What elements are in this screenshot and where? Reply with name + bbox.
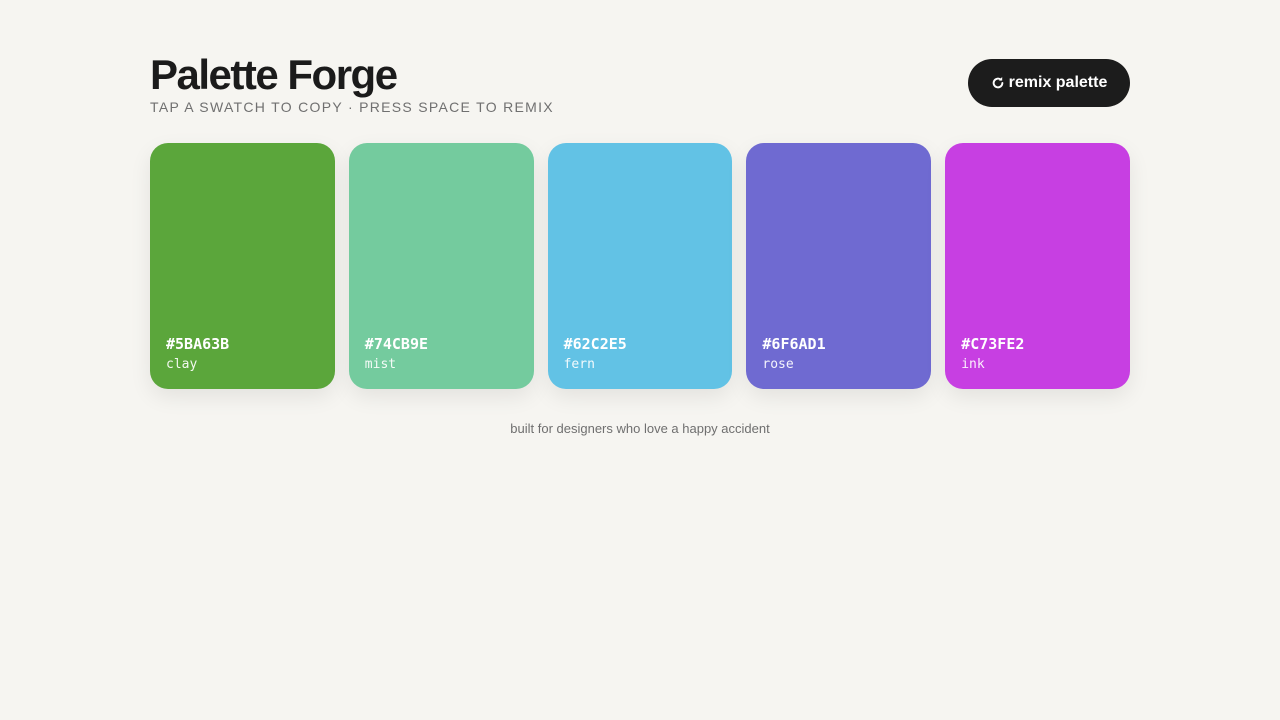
swatch-name: fern xyxy=(563,357,595,372)
swatch-hex: #C73FE2 xyxy=(961,335,1025,353)
swatch-name: rose xyxy=(762,357,794,372)
header: Palette Forge TAP A SWATCH TO COPY · PRE… xyxy=(150,0,1130,143)
swatch-name: clay xyxy=(166,357,198,372)
swatch-card[interactable]: #62C2E5 fern xyxy=(547,143,733,389)
page-title: Palette Forge xyxy=(150,51,398,98)
refresh-icon xyxy=(991,76,1005,90)
swatch-card[interactable]: #5BA63B clay xyxy=(150,143,335,389)
swatch-hex: #5BA63B xyxy=(166,335,230,353)
swatch-row: #5BA63B clay #74CB9E mist #62C2E5 fern #… xyxy=(150,143,1130,389)
swatch-hex: #74CB9E xyxy=(364,335,429,353)
app-container: Palette Forge TAP A SWATCH TO COPY · PRE… xyxy=(150,0,1130,436)
remix-palette-button[interactable]: remix palette xyxy=(968,59,1130,107)
swatch-name: ink xyxy=(961,357,985,372)
remix-palette-label: remix palette xyxy=(1008,74,1108,91)
swatch-hex: #6F6AD1 xyxy=(762,335,826,353)
swatch-card[interactable]: #74CB9E mist xyxy=(348,143,534,389)
swatch-name: mist xyxy=(364,357,397,372)
swatch-card[interactable]: #6F6AD1 rose xyxy=(746,143,932,389)
swatch-hex: #62C2E5 xyxy=(563,335,627,353)
page-subtitle: TAP A SWATCH TO COPY · PRESS SPACE TO RE… xyxy=(150,99,554,115)
footer-tagline: built for designers who love a happy acc… xyxy=(510,421,770,436)
swatch-card[interactable]: #C73FE2 ink xyxy=(945,143,1130,389)
